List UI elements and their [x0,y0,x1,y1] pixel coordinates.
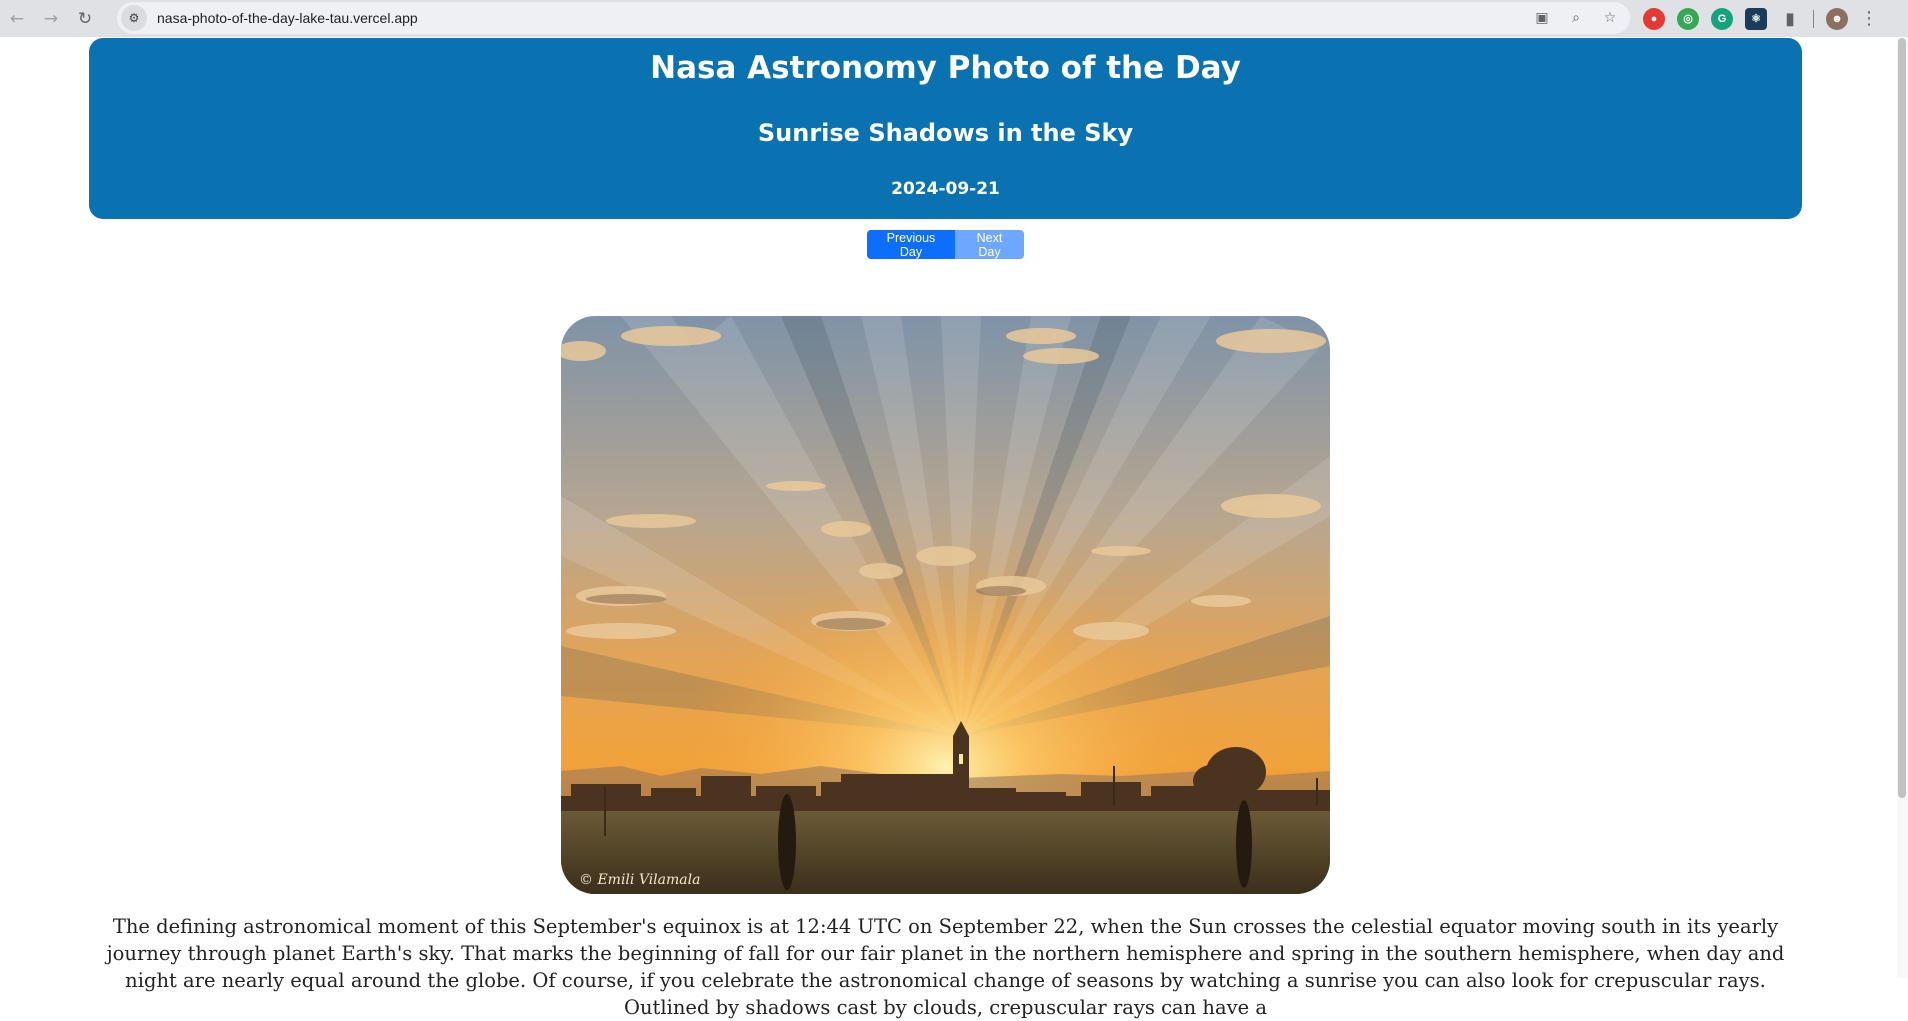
photo-date: 2024-09-21 [891,179,1000,199]
page-title: Nasa Astronomy Photo of the Day [650,50,1241,86]
url-text[interactable]: nasa-photo-of-the-day-lake-tau.vercel.ap… [157,10,418,26]
back-icon[interactable]: ← [2,4,32,34]
zoom-icon[interactable]: ⌕ [1566,8,1586,28]
day-navigation: Previous Day Next Day [867,230,1024,259]
previous-day-button[interactable]: Previous Day [867,230,955,259]
browser-toolbar: ← → ↻ ⚙ nasa-photo-of-the-day-lake-tau.v… [0,0,1908,37]
toolbar-divider [1813,9,1814,28]
install-icon[interactable]: ▣ [1532,8,1552,28]
extension-red-icon[interactable]: ● [1643,7,1665,30]
menu-icon[interactable]: ⋮ [1860,8,1878,29]
next-day-button[interactable]: Next Day [955,230,1024,259]
page-content: Nasa Astronomy Photo of the Day Sunrise … [0,37,1908,1019]
address-bar[interactable]: ⚙ nasa-photo-of-the-day-lake-tau.vercel.… [117,2,1630,34]
apod-photo: © Emili Vilamala [561,316,1330,894]
scrollbar-thumb[interactable] [1898,38,1906,798]
extensions-icon[interactable]: ▮ [1779,8,1801,30]
bookmark-star-icon[interactable]: ☆ [1600,8,1620,28]
photo-title: Sunrise Shadows in the Sky [757,119,1134,147]
site-info-icon[interactable]: ⚙ [121,5,147,31]
photo-credit: © Emili Vilamala [579,872,700,888]
page-header: Nasa Astronomy Photo of the Day Sunrise … [89,38,1802,219]
extension-globe-icon[interactable]: ◎ [1677,7,1699,30]
photo-explanation: The defining astronomical moment of this… [106,915,1785,1019]
forward-icon[interactable]: → [36,4,66,34]
page-scrollbar[interactable] [1897,37,1908,978]
reload-icon[interactable]: ↻ [70,4,100,34]
profile-avatar[interactable]: ☻ [1826,7,1848,30]
react-devtools-icon[interactable]: ⚛ [1745,7,1767,30]
grammarly-icon[interactable]: G [1711,7,1733,30]
